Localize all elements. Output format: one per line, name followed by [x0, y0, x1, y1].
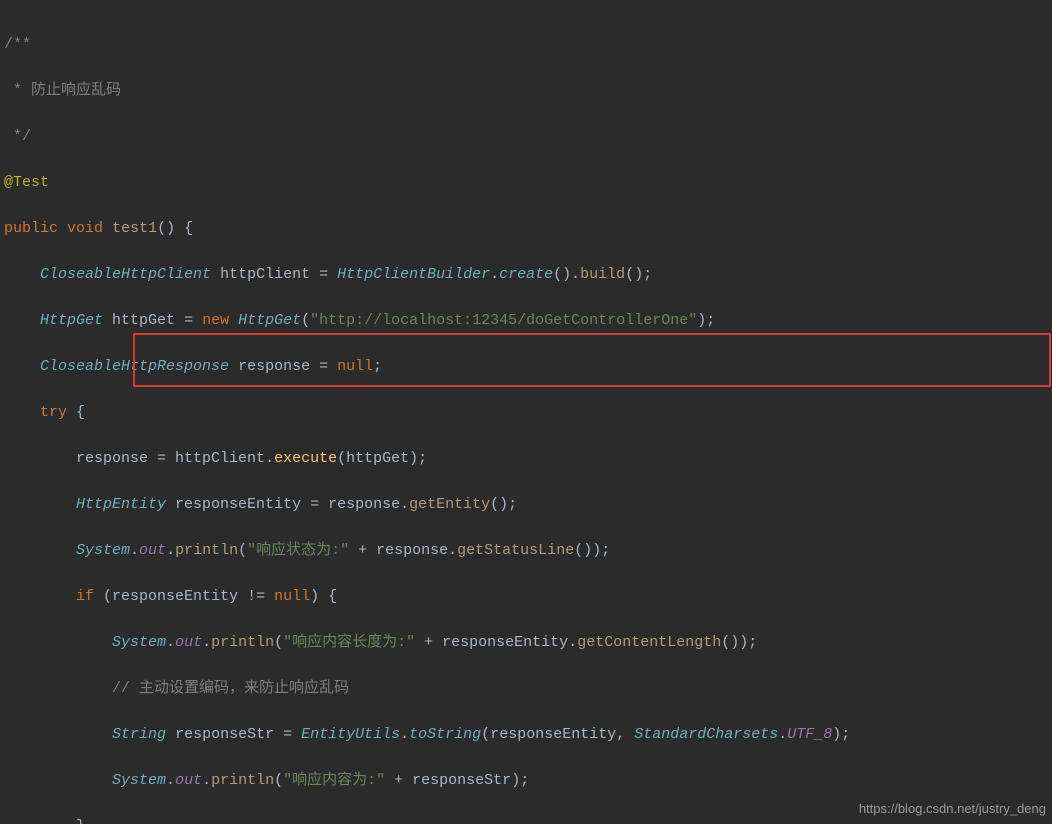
type: EntityUtils — [301, 726, 400, 743]
op: = — [310, 266, 337, 283]
method: println — [211, 772, 274, 789]
field: UTF_8 — [787, 726, 832, 743]
method: println — [211, 634, 274, 651]
identifier: response — [376, 542, 448, 559]
keyword: try — [40, 404, 67, 421]
field: out — [175, 634, 202, 651]
code-line: @Test — [4, 171, 1048, 194]
code-line: HttpEntity responseEntity = response.get… — [4, 493, 1048, 516]
code-line: if (responseEntity != null) { — [4, 585, 1048, 608]
identifier: response — [238, 358, 310, 375]
method: execute — [274, 450, 337, 467]
keyword: public — [4, 220, 58, 237]
identifier: responseStr — [175, 726, 274, 743]
code-line: response = httpClient.execute(httpGet); — [4, 447, 1048, 470]
code-line: String responseStr = EntityUtils.toStrin… — [4, 723, 1048, 746]
method: getEntity — [409, 496, 490, 513]
type: StandardCharsets — [634, 726, 778, 743]
keyword: null — [274, 588, 310, 605]
field: out — [139, 542, 166, 559]
type: CloseableHttpResponse — [40, 358, 229, 375]
type: HttpGet — [238, 312, 301, 329]
code-line: * 防止响应乱码 — [4, 79, 1048, 102]
identifier: response — [328, 496, 400, 513]
code-line: System.out.println("响应状态为:" + response.g… — [4, 539, 1048, 562]
code-line: /** — [4, 33, 1048, 56]
annotation: @Test — [4, 174, 49, 191]
method: println — [175, 542, 238, 559]
type: HttpGet — [40, 312, 103, 329]
type: HttpEntity — [76, 496, 166, 513]
op: = — [274, 726, 301, 743]
code-line: System.out.println("响应内容长度为:" + response… — [4, 631, 1048, 654]
code-editor[interactable]: /** * 防止响应乱码 */ @Test public void test1(… — [4, 10, 1048, 824]
code-line: try { — [4, 401, 1048, 424]
identifier: responseEntity — [112, 588, 238, 605]
code-line: CloseableHttpResponse response = null; — [4, 355, 1048, 378]
identifier: responseEntity — [175, 496, 301, 513]
op: = — [310, 358, 337, 375]
comment: */ — [4, 128, 31, 145]
string: "响应内容长度为:" — [283, 634, 415, 651]
type: System — [112, 634, 166, 651]
identifier: responseEntity — [442, 634, 568, 651]
op: != — [238, 588, 274, 605]
comment: * 防止响应乱码 — [4, 82, 121, 99]
code-line: // 主动设置编码，来防止响应乱码 — [4, 677, 1048, 700]
watermark: https://blog.csdn.net/justry_deng — [859, 797, 1046, 820]
code-line: CloseableHttpClient httpClient = HttpCli… — [4, 263, 1048, 286]
op: = — [148, 450, 175, 467]
tokens: () { — [157, 220, 193, 237]
keyword: new — [202, 312, 229, 329]
keyword: if — [76, 588, 94, 605]
identifier: httpGet — [346, 450, 409, 467]
identifier: httpClient — [175, 450, 265, 467]
method-name: test1 — [112, 220, 157, 237]
code-line: System.out.println("响应内容为:" + responseSt… — [4, 769, 1048, 792]
identifier: responseEntity — [490, 726, 616, 743]
op: = — [175, 312, 202, 329]
field: out — [175, 772, 202, 789]
comment: // 主动设置编码，来防止响应乱码 — [112, 680, 349, 697]
type: System — [76, 542, 130, 559]
type: String — [112, 726, 166, 743]
type: System — [112, 772, 166, 789]
type: HttpClientBuilder — [337, 266, 490, 283]
string: "http://localhost:12345/doGetControllerO… — [310, 312, 697, 329]
identifier: responseStr — [412, 772, 511, 789]
identifier: response — [76, 450, 148, 467]
comment: /** — [4, 36, 31, 53]
method: getContentLength — [577, 634, 721, 651]
code-line: HttpGet httpGet = new HttpGet("http://lo… — [4, 309, 1048, 332]
code-line: */ — [4, 125, 1048, 148]
code-line: public void test1() { — [4, 217, 1048, 240]
method: build — [580, 266, 625, 283]
method: create — [499, 266, 553, 283]
identifier: httpClient — [220, 266, 310, 283]
string: "响应内容为:" — [283, 772, 385, 789]
keyword: null — [337, 358, 373, 375]
string: "响应状态为:" — [247, 542, 349, 559]
identifier: httpGet — [112, 312, 175, 329]
method: toString — [409, 726, 481, 743]
keyword: void — [67, 220, 103, 237]
method: getStatusLine — [457, 542, 574, 559]
type: CloseableHttpClient — [40, 266, 211, 283]
op: = — [301, 496, 328, 513]
